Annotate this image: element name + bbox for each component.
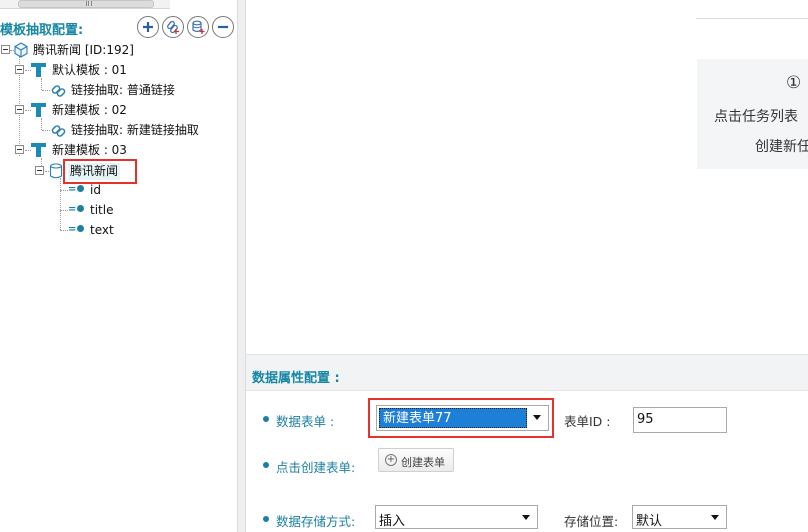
remove-button[interactable] <box>212 16 234 38</box>
form-id-label: 表单ID : <box>564 414 611 429</box>
template-icon <box>31 143 46 157</box>
guide-text-line1: 点击任务列表 <box>714 109 798 125</box>
guide-info-box: ① 点击任务列表 创建新任 <box>697 59 808 169</box>
collapse-icon[interactable] <box>15 145 24 154</box>
tree-link-node[interactable]: 链接抽取: 新建链接抽取 <box>0 121 220 139</box>
create-form-button[interactable]: + 创建表单 <box>378 448 454 472</box>
tree-link-label: 链接抽取: 普通链接 <box>71 83 175 97</box>
data-attribute-config-panel: 数据属性配置 : 数据表单 : 新建表单77 表单ID : 95 点击创建表单:… <box>246 354 808 532</box>
horizontal-scrollbar[interactable] <box>0 0 170 9</box>
bullet-icon <box>263 516 269 522</box>
tree-field-node[interactable]: = title <box>60 201 130 219</box>
selected-node-label[interactable]: 腾讯新闻 <box>68 163 121 180</box>
template-icon <box>31 63 46 77</box>
tree-header: 模板抽取配置: <box>0 16 237 38</box>
collapse-icon[interactable] <box>35 166 44 175</box>
collapse-icon[interactable] <box>15 65 24 74</box>
link-icon <box>51 125 66 137</box>
tree-title: 模板抽取配置: <box>0 23 84 38</box>
link-icon <box>51 85 66 97</box>
storage-position-label: 存储位置: <box>564 514 619 529</box>
tree-connector <box>42 130 50 131</box>
config-header: 数据属性配置 : <box>246 355 808 391</box>
plus-circle-icon: + <box>385 454 397 466</box>
tree-field-label: title <box>90 203 114 217</box>
add-database-icon <box>192 20 205 34</box>
template-icon <box>31 103 46 117</box>
field-icon: = <box>68 181 85 199</box>
tree-connector <box>60 210 68 211</box>
scrollbar-grip-icon <box>86 1 92 6</box>
form-id-input[interactable]: 95 <box>633 407 727 433</box>
config-title: 数据属性配置 : <box>252 371 340 386</box>
tree-field-node[interactable]: = id <box>60 181 120 199</box>
tree-link-label: 链接抽取: 新建链接抽取 <box>71 123 199 137</box>
chevron-down-icon <box>711 515 719 520</box>
plus-icon <box>143 22 153 32</box>
field-icon: = <box>68 221 85 239</box>
create-form-label: 点击创建表单: <box>276 460 356 475</box>
tree-template-label: 新建模板 : 02 <box>52 103 127 117</box>
tree-field-node[interactable]: = text <box>60 221 130 239</box>
storage-method-label: 数据存储方式: <box>276 514 356 529</box>
tree-link-node[interactable]: 链接抽取: 普通链接 <box>0 81 200 99</box>
guide-text-line2: 创建新任 <box>755 139 808 155</box>
form-label: 数据表单 : <box>276 414 335 429</box>
create-form-button-label: 创建表单 <box>401 456 445 469</box>
panel-splitter[interactable] <box>237 0 246 532</box>
collapse-icon[interactable] <box>15 105 24 114</box>
collapse-icon[interactable] <box>1 45 10 54</box>
tree-connector <box>42 90 50 91</box>
form-select[interactable]: 新建表单77 <box>376 405 549 431</box>
database-icon <box>49 163 63 179</box>
tree-template-node[interactable]: 新建模板 : 03 <box>0 141 160 159</box>
add-database-button[interactable] <box>187 16 209 38</box>
top-divider <box>696 18 808 19</box>
cube-icon <box>14 42 28 58</box>
chevron-down-icon <box>533 415 541 420</box>
tree-template-label: 默认模板 : 01 <box>52 63 127 77</box>
tree-root-label: 腾讯新闻 [ID:192] <box>33 43 134 57</box>
tree-connector <box>60 190 68 191</box>
storage-method-value: 插入 <box>379 514 406 529</box>
storage-position-select[interactable]: 默认 <box>632 505 727 529</box>
tree-template-label: 新建模板 : 03 <box>52 143 127 157</box>
tree-root-node[interactable]: 腾讯新闻 [ID:192] <box>0 41 160 59</box>
minus-icon <box>218 25 228 29</box>
storage-method-select[interactable]: 插入 <box>375 505 538 529</box>
field-icon: = <box>68 201 85 219</box>
tree-field-label: text <box>90 223 114 237</box>
add-link-icon <box>167 20 179 34</box>
tree-field-label: id <box>90 183 101 197</box>
tree-template-node[interactable]: 新建模板 : 02 <box>0 101 160 119</box>
chevron-down-icon <box>522 515 530 520</box>
step-number: ① <box>786 73 802 93</box>
storage-position-value: 默认 <box>636 514 663 529</box>
bullet-icon <box>263 462 269 468</box>
bullet-icon <box>263 416 269 422</box>
tree-template-node[interactable]: 默认模板 : 01 <box>0 61 160 79</box>
form-select-value: 新建表单77 <box>379 408 527 428</box>
tree-connector <box>60 230 68 231</box>
template-tree-panel: 模板抽取配置: 腾讯新闻 [ID:192] 默认模板: 01 链接抽取: 普通… <box>0 0 237 532</box>
add-button[interactable] <box>137 16 159 38</box>
add-link-button[interactable] <box>162 16 184 38</box>
main-content-area: ① 点击任务列表 创建新任 <box>246 0 808 354</box>
